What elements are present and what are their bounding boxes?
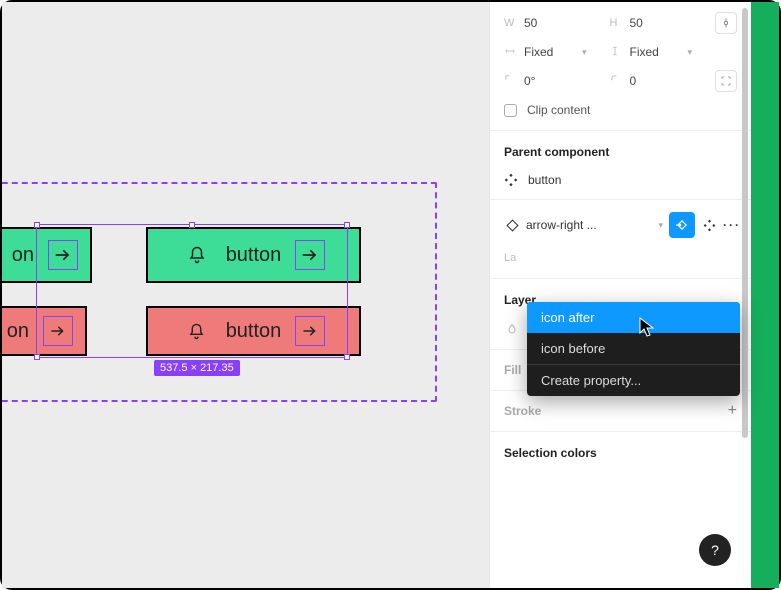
help-button[interactable]: ? [699,534,731,566]
fill-section-title: Fill [504,363,521,377]
menu-item-create-property[interactable]: Create property... [527,365,740,396]
chevron-down-icon: ▾ [582,47,587,58]
selection-colors-title: Selection colors [490,438,751,468]
property-context-menu: icon after icon before Create property..… [527,302,740,396]
app-accent-strip [751,2,779,588]
corner-radius-value[interactable]: 0 [630,74,680,88]
clip-content-label: Clip content [527,103,590,117]
button-text: on [7,320,29,343]
component-quad-icon[interactable] [701,217,717,233]
button-text: on [12,244,34,267]
parent-component-row[interactable]: button [490,167,751,193]
instance-icon [504,217,520,233]
chevron-down-icon: ▾ [688,47,693,58]
vertical-resize-icon [610,45,624,60]
instance-swap-row[interactable]: arrow-right ... ▾ ··· [490,206,751,244]
add-stroke-icon[interactable]: + [728,402,737,420]
menu-item-icon-before[interactable]: icon before [527,333,740,364]
horizontal-resize-icon [504,46,518,59]
component-icon [504,173,518,187]
stroke-section-title: Stroke [504,404,541,418]
rotation-value[interactable]: 0° [524,74,574,88]
cursor-icon [639,317,655,340]
inner-selection-box [36,224,348,358]
menu-item-icon-after[interactable]: icon after [527,302,740,333]
width-value[interactable]: 50 [524,16,574,30]
apply-instance-swap-button[interactable] [669,212,695,238]
instance-name: arrow-right ... [526,218,650,232]
width-label: W [504,17,518,29]
inspector-panel: W 50 H 50 Fixed ▾ Fixed ▾ [489,2,751,588]
height-value[interactable]: 50 [630,16,680,30]
more-actions-icon[interactable]: ··· [723,218,741,232]
panel-scrollbar[interactable] [742,8,748,438]
corner-radius-icon [610,74,624,88]
clip-content-checkbox[interactable] [504,104,517,117]
help-icon: ? [711,542,719,558]
blend-mode-icon [504,321,520,337]
parent-component-title: Parent component [490,137,751,167]
rotate-icon [504,74,518,88]
constrain-proportions-icon[interactable] [715,12,737,34]
parent-component-name: button [528,173,561,187]
independent-corners-icon[interactable] [715,70,737,92]
height-label: H [610,17,624,29]
selection-dimensions-label: 537.5 × 217.35 [154,360,240,376]
layer-section-clipped: La [504,252,516,264]
chevron-down-icon[interactable]: ▾ [658,220,663,231]
design-canvas[interactable]: on button on button [2,2,489,588]
vertical-resize-value[interactable]: Fixed [630,45,680,59]
horizontal-resize-value[interactable]: Fixed [524,45,574,59]
